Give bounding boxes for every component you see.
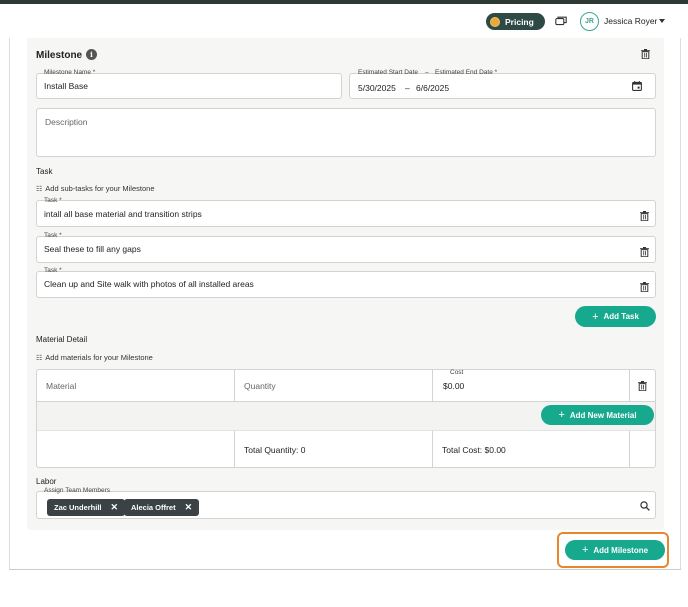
material-input[interactable]: Material (46, 381, 76, 391)
date-separator: – (405, 83, 410, 93)
task-section-label: Task (36, 167, 53, 176)
add-milestone-button[interactable]: + Add Milestone (565, 540, 665, 560)
material-section-label: Material Detail (36, 335, 88, 344)
task-label-3: Task * (44, 267, 62, 274)
checklist-icon: ☷ (36, 354, 43, 362)
app-header: Pricing JR Jessica Royer (0, 4, 688, 38)
close-icon[interactable]: ✕ (185, 502, 193, 513)
delete-material-icon[interactable] (638, 381, 647, 391)
total-cost: Total Cost: $0.00 (442, 445, 506, 455)
pricing-button[interactable]: Pricing (486, 13, 545, 30)
task-hint: ☷ Add sub-tasks for your Milestone (36, 184, 155, 193)
add-milestone-label: Add Milestone (593, 545, 649, 555)
task-label-1: Task * (44, 197, 62, 204)
total-quantity: Total Quantity: 0 (244, 445, 306, 455)
column-divider (629, 431, 630, 467)
delete-task-icon[interactable] (640, 211, 649, 221)
task-value-2: Seal these to fill any gaps (44, 244, 141, 254)
milestone-title: Milestone (36, 50, 83, 61)
add-task-button[interactable]: + Add Task (575, 306, 656, 327)
text-cursor (197, 501, 198, 513)
task-value-3: Clean up and Site walk with photos of al… (44, 279, 254, 289)
assign-team-members-label: Assign Team Members (44, 487, 110, 494)
chat-icon[interactable] (555, 16, 567, 27)
plus-icon: + (592, 310, 599, 323)
material-hint-text: Add materials for your Milestone (45, 353, 153, 362)
start-date-label: Estimated Start Date (358, 69, 418, 76)
material-totals-row (37, 431, 655, 467)
avatar[interactable]: JR (580, 12, 599, 31)
member-chip-label: Zac Underhill (54, 503, 102, 512)
date-label-separator: – (425, 69, 429, 76)
material-hint: ☷ Add materials for your Milestone (36, 353, 153, 362)
task-hint-text: Add sub-tasks for your Milestone (45, 184, 155, 193)
add-new-material-label: Add New Material (569, 410, 637, 420)
description-placeholder: Description (45, 117, 88, 127)
add-task-label: Add Task (603, 312, 639, 321)
milestone-name-value: Install Base (44, 81, 88, 91)
checklist-icon: ☷ (36, 185, 43, 193)
milestone-name-label: Milestone Name * (44, 69, 96, 76)
coin-icon (490, 16, 500, 27)
cost-input[interactable]: $0.00 (443, 381, 464, 391)
column-divider (234, 370, 235, 402)
column-divider (432, 370, 433, 402)
divider (9, 569, 681, 570)
member-chip: Alecia Offret ✕ (124, 499, 200, 516)
plus-icon: + (558, 409, 565, 421)
delete-task-icon[interactable] (640, 282, 649, 292)
column-divider (234, 431, 235, 467)
task-label-2: Task * (44, 232, 62, 239)
end-date-value: 6/6/2025 (416, 83, 450, 93)
column-divider (432, 431, 433, 467)
calendar-icon[interactable] (632, 81, 642, 91)
task-value-1: intall all base material and transition … (44, 209, 202, 219)
column-divider (629, 370, 630, 402)
pricing-label: Pricing (505, 16, 534, 27)
user-name[interactable]: Jessica Royer (604, 16, 657, 26)
end-date-label: Estimated End Date * (435, 69, 498, 76)
start-date-value: 5/30/2025 (358, 83, 396, 93)
material-row (37, 370, 655, 402)
add-new-material-button[interactable]: + Add New Material (541, 405, 654, 425)
member-chip-label: Alecia Offret (131, 503, 176, 512)
labor-section-label: Labor (36, 477, 57, 486)
search-icon[interactable] (640, 501, 650, 511)
info-icon[interactable]: i (86, 49, 97, 60)
member-chip: Zac Underhill ✕ (47, 499, 126, 516)
close-icon[interactable]: ✕ (111, 502, 119, 513)
description-field[interactable] (36, 108, 656, 157)
delete-milestone-icon[interactable] (641, 49, 650, 59)
delete-task-icon[interactable] (640, 247, 649, 257)
chevron-down-icon[interactable] (659, 19, 665, 23)
cost-label: Cost (450, 369, 464, 376)
quantity-input[interactable]: Quantity (244, 381, 276, 391)
plus-icon: + (581, 544, 589, 556)
